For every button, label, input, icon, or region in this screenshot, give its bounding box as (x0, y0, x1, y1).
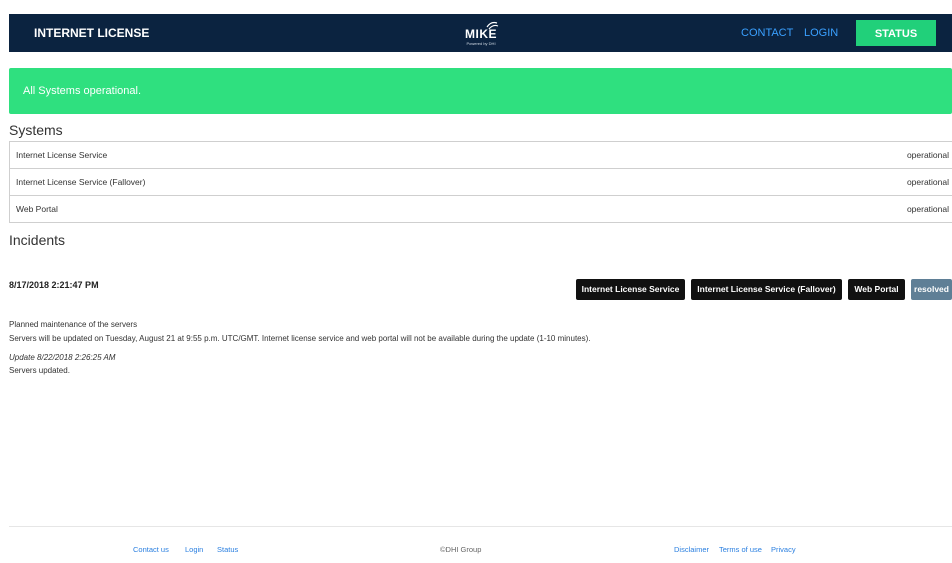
footer-disclaimer-link[interactable]: Disclaimer (674, 545, 709, 554)
incidents-heading: Incidents (9, 232, 66, 248)
footer-privacy-link[interactable]: Privacy (771, 545, 796, 554)
system-status: operational (906, 150, 949, 160)
footer-contact-link[interactable]: Contact us (133, 545, 169, 554)
footer-terms-link[interactable]: Terms of use (719, 545, 762, 554)
footer-copyright: ©DHI Group (440, 545, 482, 554)
system-name: Internet License Service (16, 150, 108, 160)
resolved-badge: resolved (911, 279, 952, 300)
incident-update-text: Servers updated. (9, 366, 70, 375)
incident-title: Planned maintenance of the servers (9, 320, 138, 329)
system-row: Internet License Service (Fallover) oper… (10, 169, 952, 196)
incident-date: 8/17/2018 2:21:47 PM (9, 280, 99, 290)
system-row: Internet License Service operational (10, 142, 952, 169)
incident-update-label: Update 8/22/2018 2:26:25 AM (9, 353, 116, 362)
footer-divider (9, 526, 952, 527)
nav-contact-link[interactable]: CONTACT (741, 14, 793, 52)
nav-login-link[interactable]: LOGIN (804, 14, 838, 52)
footer-login-link[interactable]: Login (185, 545, 203, 554)
system-status: operational (906, 204, 949, 214)
incident-description: Servers will be updated on Tuesday, Augu… (9, 334, 591, 343)
incident-tag[interactable]: Web Portal (848, 279, 905, 300)
systems-list: Internet License Service operational Int… (9, 141, 952, 223)
systems-heading: Systems (9, 122, 63, 138)
status-banner-text: All Systems operational. (23, 85, 141, 97)
status-button[interactable]: STATUS (856, 20, 936, 46)
brand-title[interactable]: INTERNET LICENSE (34, 14, 149, 52)
logo-subtext: Powered by DHI (466, 41, 496, 46)
incident-tag[interactable]: Internet License Service (Fallover) (691, 279, 842, 300)
system-row: Web Portal operational (10, 196, 952, 223)
system-name: Internet License Service (Fallover) (16, 177, 146, 187)
system-status: operational (906, 177, 949, 187)
logo-waves-icon (486, 21, 499, 30)
incident-tag[interactable]: Internet License Service (576, 279, 685, 300)
mike-logo[interactable]: MIKE Powered by DHI (456, 20, 506, 48)
system-name: Web Portal (16, 204, 58, 214)
status-banner: All Systems operational. (9, 68, 952, 114)
top-navbar: INTERNET LICENSE MIKE Powered by DHI CON… (9, 14, 952, 52)
footer-status-link[interactable]: Status (217, 545, 238, 554)
